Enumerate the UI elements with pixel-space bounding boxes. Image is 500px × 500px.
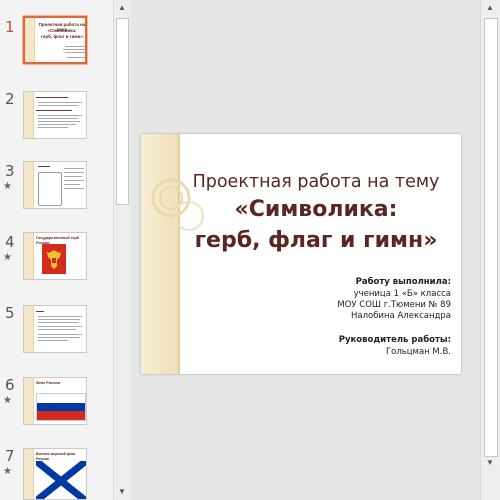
russian-flag-image bbox=[36, 393, 86, 421]
thumbnail-text-line bbox=[65, 52, 85, 54]
thumbnail-text-line bbox=[38, 329, 76, 331]
animation-star-icon: ★ bbox=[3, 181, 12, 192]
thumbnail-text-line bbox=[36, 97, 68, 99]
thumbnail-text-line bbox=[64, 188, 84, 190]
slide-thumbnail-3[interactable] bbox=[23, 161, 87, 209]
slide-number-7: 7 bbox=[5, 447, 15, 465]
thumbnail-text-line bbox=[36, 311, 44, 313]
slide-thumbnail-6[interactable]: Флаг России bbox=[23, 377, 87, 425]
slide-number-1: 1 bbox=[5, 18, 15, 36]
thumbnail-band bbox=[24, 378, 34, 424]
flag-blue-stripe bbox=[37, 402, 85, 412]
thumbnail-text-line bbox=[38, 337, 80, 339]
thumbnail-title: Флаг России bbox=[36, 381, 60, 385]
thumbnail-text-line bbox=[38, 121, 80, 123]
author-school[interactable]: МОУ СОШ г.Тюмени № 89 bbox=[337, 300, 451, 311]
thumbnail-scrollbar[interactable]: ▲ ▼ bbox=[113, 0, 130, 500]
slide-band-edge bbox=[178, 134, 180, 374]
thumbnail-text-line bbox=[38, 334, 82, 336]
slide-number-3: 3 bbox=[5, 162, 15, 180]
thumbnail-emblem-image bbox=[38, 172, 62, 206]
slide-title-line-1[interactable]: Проектная работа на тему bbox=[171, 172, 461, 192]
thumbnail-text-line bbox=[38, 127, 68, 129]
slide-number-5: 5 bbox=[5, 304, 15, 322]
flag-white-stripe bbox=[37, 394, 85, 403]
thumbnail-band bbox=[24, 92, 34, 138]
thumbnail-text-line bbox=[38, 115, 82, 117]
editor-scrollbar[interactable]: ▲ ▼ bbox=[480, 0, 500, 500]
thumbnail-text-line bbox=[38, 319, 80, 321]
thumbnail-text-line bbox=[38, 118, 78, 120]
scrollbar-thumb[interactable] bbox=[116, 18, 129, 205]
thumbnail-text-line bbox=[38, 102, 82, 104]
slide-thumbnail-7[interactable]: Военно-морской флаг России bbox=[23, 448, 87, 500]
slide-thumbnail-pane: 1 Проектная работа на тему «Символика: г… bbox=[0, 0, 113, 500]
author-class[interactable]: ученица 1 «Б» класса bbox=[354, 289, 451, 300]
thumbnail-title: «Символика: bbox=[47, 28, 77, 33]
scroll-up-icon[interactable]: ▲ bbox=[482, 0, 498, 16]
thumbnail-text-line bbox=[36, 110, 72, 112]
eagle-icon bbox=[47, 250, 61, 269]
slide-title-line-3[interactable]: герб, флаг и гимн» bbox=[171, 228, 461, 253]
slide-number-4: 4 bbox=[5, 233, 15, 251]
slide-thumbnail-1[interactable]: Проектная работа на тему «Символика: гер… bbox=[23, 16, 87, 64]
slide-thumbnail-4[interactable]: Государственный герб России bbox=[23, 232, 87, 280]
slide-number-6: 6 bbox=[5, 376, 15, 394]
thumbnail-text-line bbox=[38, 322, 78, 324]
slide-title-line-2[interactable]: «Символика: bbox=[171, 197, 461, 222]
slide-thumbnail-5[interactable] bbox=[23, 305, 87, 353]
thumbnail-text-line bbox=[63, 49, 85, 51]
scroll-up-icon[interactable]: ▲ bbox=[114, 0, 130, 16]
animation-star-icon: ★ bbox=[3, 395, 12, 406]
scroll-down-icon[interactable]: ▼ bbox=[114, 484, 130, 500]
scroll-down-icon[interactable]: ▼ bbox=[482, 455, 498, 471]
slide-thumbnail-2[interactable] bbox=[23, 91, 87, 139]
thumbnail-text-line bbox=[64, 172, 84, 174]
thumbnail-band bbox=[25, 18, 35, 62]
thumbnail-band bbox=[24, 233, 34, 279]
animation-star-icon: ★ bbox=[3, 466, 12, 477]
current-slide[interactable]: Проектная работа на тему «Символика: гер… bbox=[141, 134, 461, 374]
author-name[interactable]: Налобина Александра bbox=[351, 311, 451, 322]
thumbnail-text-line bbox=[64, 176, 82, 178]
thumbnail-text-line bbox=[64, 184, 80, 186]
thumbnail-text-line bbox=[38, 105, 78, 107]
scrollbar-thumb[interactable] bbox=[484, 18, 498, 457]
animation-star-icon: ★ bbox=[3, 252, 12, 263]
thumbnail-text-line bbox=[38, 166, 50, 168]
thumbnail-band bbox=[24, 306, 34, 352]
thumbnail-text-line bbox=[38, 316, 82, 318]
supervisor-name[interactable]: Гольцман М.В. bbox=[386, 347, 451, 358]
slide-number-2: 2 bbox=[5, 90, 15, 108]
st-andrew-flag-image bbox=[36, 461, 86, 499]
thumbnail-text-line bbox=[64, 168, 84, 170]
thumbnail-text-line bbox=[38, 340, 68, 342]
thumbnail-band bbox=[24, 449, 34, 499]
thumbnail-band bbox=[24, 162, 34, 208]
thumbnail-text-line bbox=[67, 57, 85, 59]
thumbnail-title: герб, флаг и гимн» bbox=[41, 34, 83, 39]
author-label[interactable]: Работу выполнила: bbox=[356, 277, 451, 288]
coat-of-arms-image bbox=[42, 244, 66, 274]
thumbnail-text-line bbox=[64, 180, 84, 182]
supervisor-label[interactable]: Руководитель работы: bbox=[339, 335, 451, 346]
thumbnail-text-line bbox=[65, 46, 85, 48]
thumbnail-text-line bbox=[38, 326, 82, 328]
thumbnail-text-line bbox=[38, 124, 76, 126]
flag-red-stripe bbox=[37, 411, 85, 420]
slide-decorative-band bbox=[141, 134, 178, 374]
